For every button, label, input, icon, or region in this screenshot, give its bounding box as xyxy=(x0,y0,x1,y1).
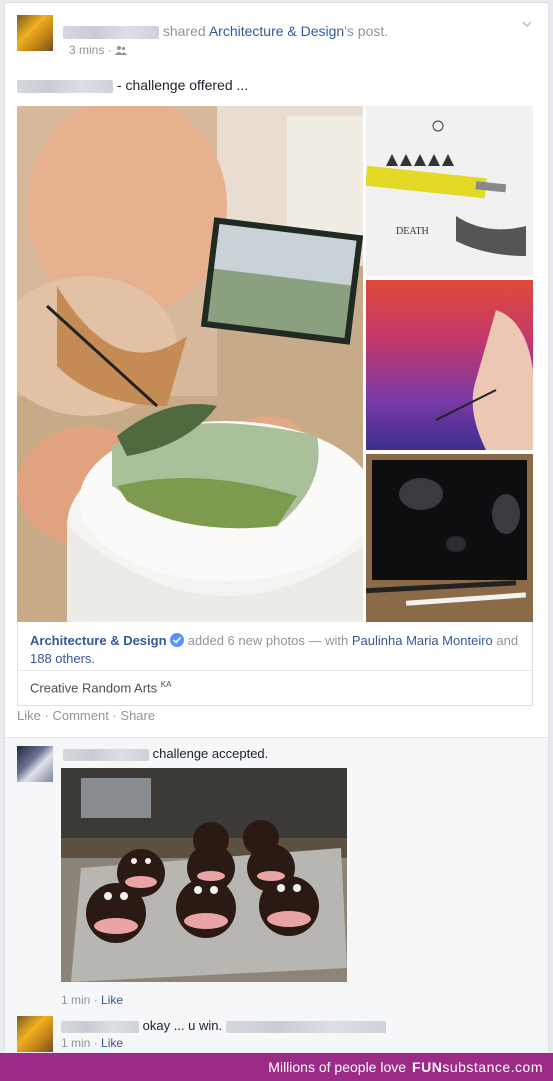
share-action[interactable]: Share xyxy=(120,708,155,723)
footer-text: Millions of people love xyxy=(268,1059,407,1075)
verified-badge-icon xyxy=(170,633,185,647)
attachment-description: Architecture & Design added 6 new photos… xyxy=(30,632,526,668)
credit-sup: KA xyxy=(160,680,172,689)
svg-text:DEATH: DEATH xyxy=(396,226,429,237)
action-sep: · xyxy=(112,708,117,723)
comment-2-text: okay ... u win. xyxy=(142,1018,223,1033)
attachment-page-link[interactable]: Architecture & Design xyxy=(30,633,167,648)
comment-1: challenge accepted. xyxy=(63,746,268,761)
comment-photo-cake-faces[interactable] xyxy=(61,768,347,982)
photo-black-droplets[interactable] xyxy=(366,454,533,622)
added-text: added 6 new photos — with xyxy=(187,633,349,648)
credit-line: Creative Random Arts KA xyxy=(30,680,171,695)
post-body: - challenge offered ... xyxy=(17,77,248,93)
post-actions: Like · Comment · Share xyxy=(17,708,155,723)
post-timestamp[interactable]: 3 mins xyxy=(69,43,104,57)
photo-paper-cutter-drawing[interactable]: DEATH xyxy=(366,106,533,276)
dots-photo xyxy=(366,280,533,450)
reply-avatar[interactable] xyxy=(17,1016,53,1052)
photo-colored-dots[interactable] xyxy=(366,280,533,450)
drawing-photo: DEATH xyxy=(366,106,533,276)
post-meta: 3 mins · xyxy=(69,43,128,57)
comment-1-meta: 1 min · Like xyxy=(61,993,124,1007)
others-link[interactable]: 188 others. xyxy=(30,651,95,666)
attachment-meta: Architecture & Design added 6 new photos… xyxy=(17,622,533,706)
reply-text-blurred xyxy=(225,1020,386,1033)
comment-action[interactable]: Comment xyxy=(52,708,108,723)
comment-2: okay ... u win. xyxy=(61,1018,386,1033)
comment-1-time[interactable]: 1 min xyxy=(61,993,90,1007)
comment-2-meta: 1 min · Like xyxy=(61,1036,124,1050)
comments-section: challenge accepted. 1 min · Like okay ..… xyxy=(5,737,548,1052)
and-text: and xyxy=(496,633,519,648)
feed-post-card: shared Architecture & Design's post. 3 m… xyxy=(4,2,549,1052)
page: { "post": { "shared_text": "shared", "pa… xyxy=(0,0,553,1081)
comment-1-like[interactable]: Like xyxy=(101,993,123,1007)
footer-brand: FUNsubstance.com xyxy=(412,1059,543,1075)
cake-painting-photo xyxy=(17,106,363,622)
post-body-text: - challenge offered ... xyxy=(116,77,249,93)
tagged-name-blurred[interactable] xyxy=(17,79,113,93)
main-photo-cake-painter[interactable] xyxy=(17,106,363,622)
comment-1-text: challenge accepted. xyxy=(152,746,269,761)
friends-icon[interactable] xyxy=(115,45,128,55)
comment-2-like[interactable]: Like xyxy=(101,1036,123,1050)
sharer-name-blurred[interactable] xyxy=(63,25,159,39)
action-sep: · xyxy=(44,708,49,723)
commenter-name-blurred[interactable] xyxy=(63,748,149,761)
commenter-avatar[interactable] xyxy=(17,746,53,782)
post-header: shared Architecture & Design's post. xyxy=(63,23,388,39)
meta-sep: · xyxy=(107,43,112,57)
post-suffix: 's post. xyxy=(344,23,389,39)
sharer-avatar[interactable] xyxy=(17,15,53,51)
droplets-photo xyxy=(366,454,533,622)
like-action[interactable]: Like xyxy=(17,708,41,723)
credit-text: Creative Random Arts xyxy=(30,680,158,696)
chevron-down-icon[interactable] xyxy=(522,19,532,29)
cake-faces-photo xyxy=(61,768,347,982)
watermark-footer: Millions of people love FUNsubstance.com xyxy=(0,1053,553,1081)
reply-name-blurred[interactable] xyxy=(61,1020,139,1033)
tagged-person-link[interactable]: Paulinha Maria Monteiro xyxy=(352,633,493,648)
shared-text: shared xyxy=(162,23,206,39)
comment-2-time[interactable]: 1 min xyxy=(61,1036,90,1050)
shared-page-link[interactable]: Architecture & Design xyxy=(209,23,344,39)
